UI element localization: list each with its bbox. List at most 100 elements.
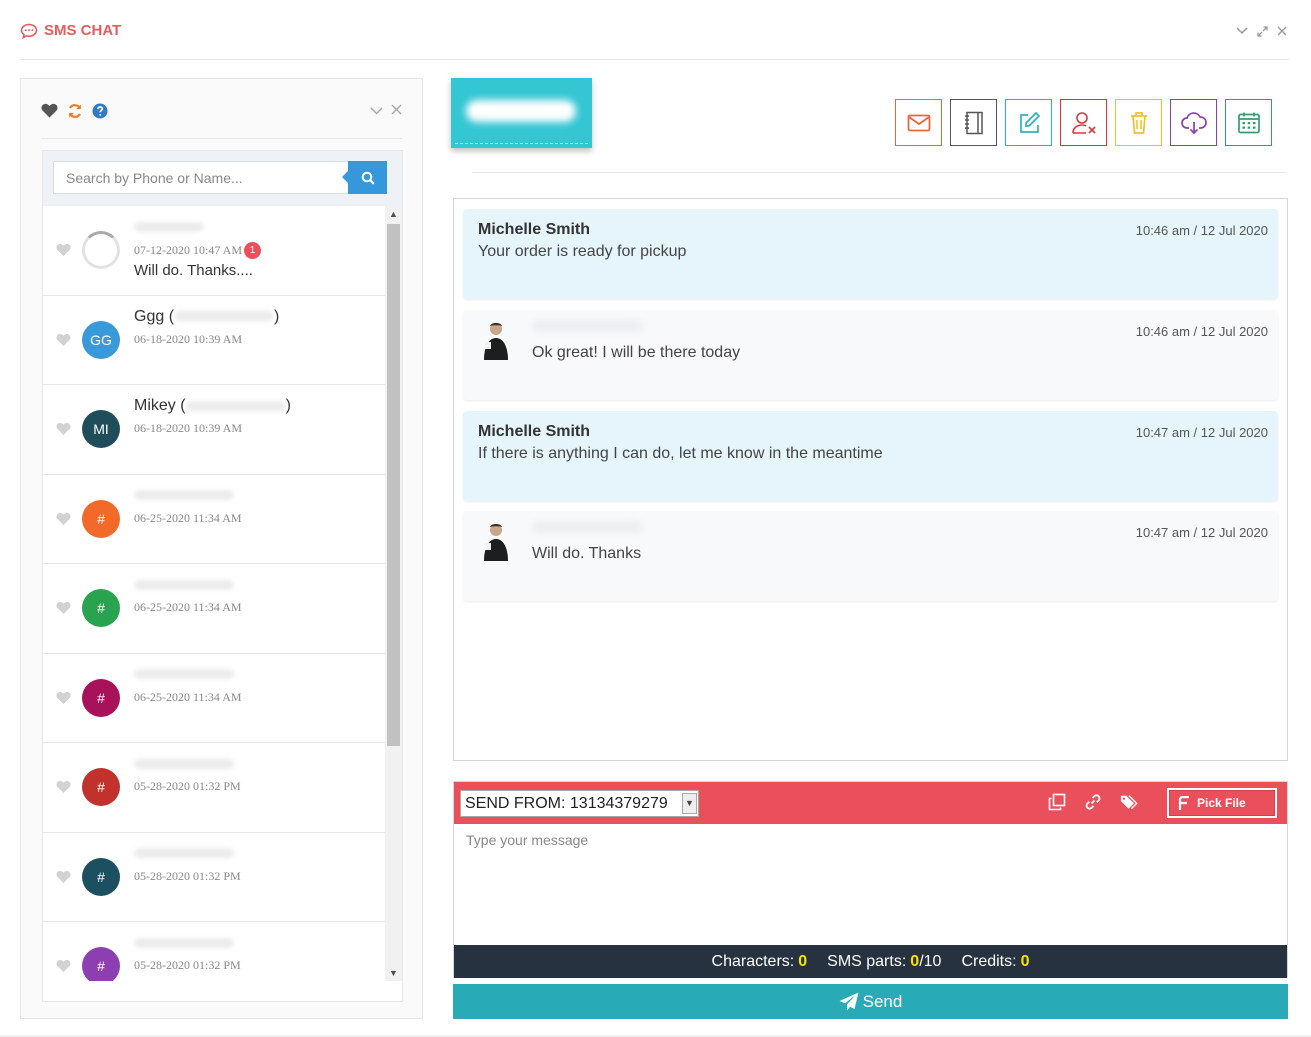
dropdown-arrow-icon: ▼ bbox=[682, 793, 697, 814]
notebook-button[interactable] bbox=[950, 99, 997, 146]
scroll-up-arrow[interactable]: ▲ bbox=[389, 209, 398, 219]
contact-name-text: Mikey ( bbox=[134, 397, 186, 414]
email-icon bbox=[907, 114, 930, 131]
delete-button[interactable] bbox=[1115, 99, 1162, 146]
redacted-number bbox=[134, 669, 234, 680]
email-button[interactable] bbox=[895, 99, 942, 146]
redacted-name bbox=[134, 221, 204, 232]
contact-date: 06-18-2020 10:39 AM bbox=[134, 331, 242, 346]
favorite-heart-icon[interactable] bbox=[56, 422, 71, 436]
contact-item[interactable]: # 05-28-2020 01:32 PM bbox=[43, 922, 385, 981]
download-button[interactable] bbox=[1170, 99, 1217, 146]
message-incoming: Michelle Smith Your order is ready for p… bbox=[463, 209, 1278, 299]
scroll-down-arrow[interactable]: ▼ bbox=[389, 968, 398, 978]
message-thread: Michelle Smith Your order is ready for p… bbox=[453, 198, 1288, 761]
contact-date: 06-25-2020 11:34 AM bbox=[134, 510, 242, 525]
contact-list: 07-12-2020 10:47 AM 1 Will do. Thanks....… bbox=[43, 206, 385, 981]
close-panel-icon[interactable] bbox=[391, 103, 402, 118]
message-time: 10:47 am / 12 Jul 2020 bbox=[1135, 425, 1268, 440]
contact-item[interactable]: # 06-25-2020 11:34 AM bbox=[43, 654, 385, 743]
window-controls bbox=[1235, 24, 1289, 38]
message-time: 10:46 am / 12 Jul 2020 bbox=[1135, 324, 1268, 339]
help-icon[interactable] bbox=[91, 102, 108, 119]
tags-icon[interactable] bbox=[1120, 792, 1138, 812]
contact-item[interactable]: # 05-28-2020 01:32 PM bbox=[43, 743, 385, 833]
contact-preview: Will do. Thanks.... bbox=[134, 262, 253, 279]
fullscreen-icon[interactable] bbox=[1255, 24, 1269, 38]
favorite-heart-icon[interactable] bbox=[56, 691, 71, 705]
message-sender: Michelle Smith bbox=[478, 221, 591, 238]
close-icon[interactable] bbox=[1275, 24, 1289, 38]
sms-parts-count: 0 bbox=[910, 952, 920, 970]
redacted-number bbox=[134, 937, 234, 948]
avatar bbox=[82, 231, 120, 269]
favorite-heart-icon[interactable] bbox=[56, 870, 71, 884]
message-sender: Michelle Smith bbox=[478, 423, 591, 440]
contact-item[interactable]: # 06-25-2020 11:34 AM bbox=[43, 564, 385, 654]
favorites-heart-icon[interactable] bbox=[41, 102, 58, 119]
message-time: 10:46 am / 12 Jul 2020 bbox=[1135, 223, 1268, 238]
contact-date-text: 07-12-2020 10:47 AM bbox=[134, 243, 242, 257]
link-icon[interactable] bbox=[1084, 792, 1102, 812]
contact-item[interactable]: # 05-28-2020 01:32 PM bbox=[43, 833, 385, 922]
refresh-icon[interactable] bbox=[66, 102, 83, 119]
composer-toolbar: SEND FROM: 13134379279 ▼ Pick File bbox=[454, 782, 1287, 824]
redacted-number bbox=[134, 579, 234, 590]
favorite-heart-icon[interactable] bbox=[56, 243, 71, 257]
search-bar bbox=[43, 151, 402, 206]
contact-name: Mikey () bbox=[134, 397, 291, 414]
search-input[interactable] bbox=[53, 161, 349, 194]
tag-dashed-line bbox=[455, 143, 588, 144]
edit-button[interactable] bbox=[1005, 99, 1052, 146]
contact-date: 07-12-2020 10:47 AM 1 bbox=[134, 242, 261, 259]
contact-name bbox=[134, 934, 234, 952]
message-time: 10:47 am / 12 Jul 2020 bbox=[1135, 525, 1268, 540]
collapse-panel-icon[interactable] bbox=[370, 103, 383, 118]
favorite-heart-icon[interactable] bbox=[56, 333, 71, 347]
collapse-icon[interactable] bbox=[1235, 24, 1249, 38]
message-text: Your order is ready for pickup bbox=[478, 243, 687, 260]
copy-icon[interactable] bbox=[1048, 792, 1066, 812]
message-text: Ok great! I will be there today bbox=[532, 344, 741, 361]
favorite-heart-icon[interactable] bbox=[56, 959, 71, 973]
message-incoming: Michelle Smith If there is anything I ca… bbox=[463, 411, 1278, 501]
send-from-select[interactable]: SEND FROM: 13134379279 ▼ bbox=[460, 790, 699, 817]
message-input[interactable] bbox=[454, 824, 1287, 945]
redacted-number bbox=[174, 311, 275, 322]
contact-list-scrollbar[interactable]: ▲ ▼ bbox=[385, 206, 402, 981]
remove-user-button[interactable] bbox=[1060, 99, 1107, 146]
avatar: # bbox=[82, 678, 120, 717]
contact-item[interactable]: GG Ggg () 06-18-2020 10:39 AM bbox=[43, 296, 385, 385]
scrollbar-thumb[interactable] bbox=[387, 224, 400, 746]
actions-divider bbox=[472, 172, 1287, 173]
contact-item[interactable]: 07-12-2020 10:47 AM 1 Will do. Thanks.... bbox=[43, 206, 385, 296]
trash-icon bbox=[1130, 111, 1147, 134]
chat-bubble-icon bbox=[20, 23, 38, 39]
avatar: # bbox=[82, 947, 120, 981]
search-button[interactable] bbox=[342, 161, 387, 194]
message-outgoing: Will do. Thanks 10:47 am / 12 Jul 2020 bbox=[463, 511, 1278, 601]
contact-item[interactable]: MI Mikey () 06-18-2020 10:39 AM bbox=[43, 385, 385, 475]
message-text: If there is anything I can do, let me kn… bbox=[478, 445, 883, 462]
contact-date: 05-28-2020 01:32 PM bbox=[134, 779, 241, 793]
contact-name bbox=[134, 576, 234, 594]
calendar-button[interactable] bbox=[1225, 99, 1272, 146]
contact-item[interactable]: # 06-25-2020 11:34 AM bbox=[43, 475, 385, 564]
filestack-icon bbox=[1178, 795, 1189, 810]
pick-file-label: Pick File bbox=[1197, 796, 1246, 810]
send-label: Send bbox=[862, 991, 903, 1011]
characters-count: 0 bbox=[798, 952, 808, 970]
calendar-icon bbox=[1237, 112, 1260, 133]
contacts-toolbar bbox=[21, 79, 422, 139]
paper-plane-icon bbox=[839, 992, 859, 1011]
favorite-heart-icon[interactable] bbox=[56, 512, 71, 526]
search-icon bbox=[361, 171, 375, 185]
favorite-heart-icon[interactable] bbox=[56, 601, 71, 615]
redacted-number bbox=[134, 758, 234, 769]
contact-date: 06-25-2020 11:34 AM bbox=[134, 600, 242, 614]
app-header: SMS CHAT bbox=[0, 0, 1311, 60]
avatar: # bbox=[82, 499, 120, 538]
pick-file-button[interactable]: Pick File bbox=[1167, 788, 1277, 818]
send-button[interactable]: Send bbox=[453, 984, 1288, 1019]
favorite-heart-icon[interactable] bbox=[56, 780, 71, 794]
